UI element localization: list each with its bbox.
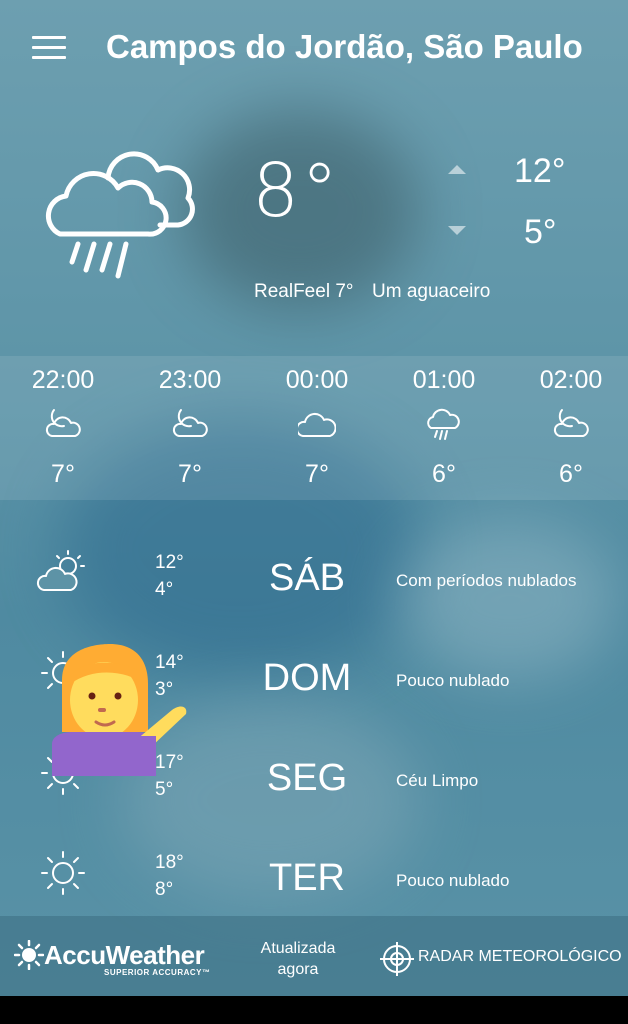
hourly-forecast[interactable]: 22:00 7° 23:00 7° 00:00 7° 01:00 6° 02:0… bbox=[0, 356, 628, 500]
moon-cloud-icon bbox=[171, 406, 209, 442]
radar-button[interactable]: RADAR METEOROLÓGICO bbox=[380, 942, 624, 976]
hourly-item[interactable]: 23:00 7° bbox=[127, 356, 253, 500]
brand-name: AccuWeather bbox=[44, 940, 205, 970]
arrow-up-icon bbox=[448, 165, 466, 174]
day-low: 5° bbox=[155, 779, 174, 800]
cloud-icon bbox=[295, 406, 337, 442]
footer-bar: AccuWeather SUPERIOR ACCURACY™ Atualizad… bbox=[0, 916, 628, 996]
hourly-item[interactable]: 02:00 6° bbox=[508, 356, 628, 500]
realfeel: RealFeel 7° bbox=[254, 281, 354, 302]
location-title[interactable]: Campos do Jordão, São Paulo bbox=[106, 28, 583, 66]
updated-status: Atualizada agora bbox=[246, 938, 350, 980]
day-name: SEG bbox=[266, 757, 348, 799]
hour-temp: 7° bbox=[51, 460, 75, 488]
day-high: 12° bbox=[155, 552, 184, 573]
day-description: Pouco nublado bbox=[396, 671, 510, 690]
hourly-item[interactable]: 01:00 6° bbox=[381, 356, 507, 500]
today-low: 5° bbox=[524, 213, 557, 251]
current-temperature: 8° bbox=[252, 148, 341, 234]
daily-row[interactable]: 12° 4° SÁB Com períodos nublados bbox=[0, 516, 628, 616]
hour-time: 00:00 bbox=[285, 366, 349, 394]
day-high: 18° bbox=[155, 852, 184, 873]
top-bar: Campos do Jordão, São Paulo bbox=[0, 0, 628, 100]
hour-temp: 7° bbox=[178, 460, 202, 488]
updated-label: Atualizada bbox=[260, 940, 336, 957]
sun-logo-icon bbox=[14, 940, 44, 970]
hour-temp: 6° bbox=[432, 460, 456, 488]
sun-cloud-icon bbox=[36, 546, 90, 600]
hour-temp: 6° bbox=[559, 460, 583, 488]
moon-cloud-icon bbox=[44, 406, 82, 442]
hamburger-menu-icon[interactable] bbox=[32, 36, 66, 60]
person-tipping-hand-emoji bbox=[52, 640, 188, 776]
day-low: 4° bbox=[155, 579, 174, 600]
day-name: SÁB bbox=[268, 557, 346, 599]
day-low: 8° bbox=[155, 879, 174, 900]
radar-icon bbox=[380, 942, 414, 976]
hourly-item[interactable]: 00:00 7° bbox=[254, 356, 380, 500]
arrow-down-icon bbox=[448, 226, 466, 235]
day-description: Pouco nublado bbox=[396, 871, 510, 890]
day-description: Céu Limpo bbox=[396, 771, 479, 790]
system-nav-bar bbox=[0, 996, 628, 1024]
today-high: 12° bbox=[514, 152, 566, 190]
sun-icon bbox=[36, 846, 90, 900]
day-name: TER bbox=[269, 857, 345, 899]
brand-tagline: SUPERIOR ACCURACY™ bbox=[104, 968, 211, 977]
daily-row[interactable]: 18° 8° TER Pouco nublado bbox=[0, 816, 628, 916]
rain-cloud-icon bbox=[38, 138, 198, 283]
hour-time: 23:00 bbox=[158, 366, 222, 394]
day-description: Com períodos nublados bbox=[396, 571, 577, 590]
day-name: DOM bbox=[262, 657, 352, 699]
hourly-item[interactable]: 22:00 7° bbox=[0, 356, 126, 500]
hour-time: 22:00 bbox=[31, 366, 95, 394]
hour-time: 01:00 bbox=[412, 366, 476, 394]
updated-time: agora bbox=[277, 961, 319, 978]
moon-cloud-icon bbox=[552, 406, 590, 442]
radar-label: RADAR METEOROLÓGICO bbox=[418, 948, 622, 965]
hour-time: 02:00 bbox=[539, 366, 603, 394]
hour-temp: 7° bbox=[305, 460, 329, 488]
current-description: Um aguaceiro bbox=[372, 281, 491, 302]
rain-cloud-icon bbox=[425, 406, 463, 442]
